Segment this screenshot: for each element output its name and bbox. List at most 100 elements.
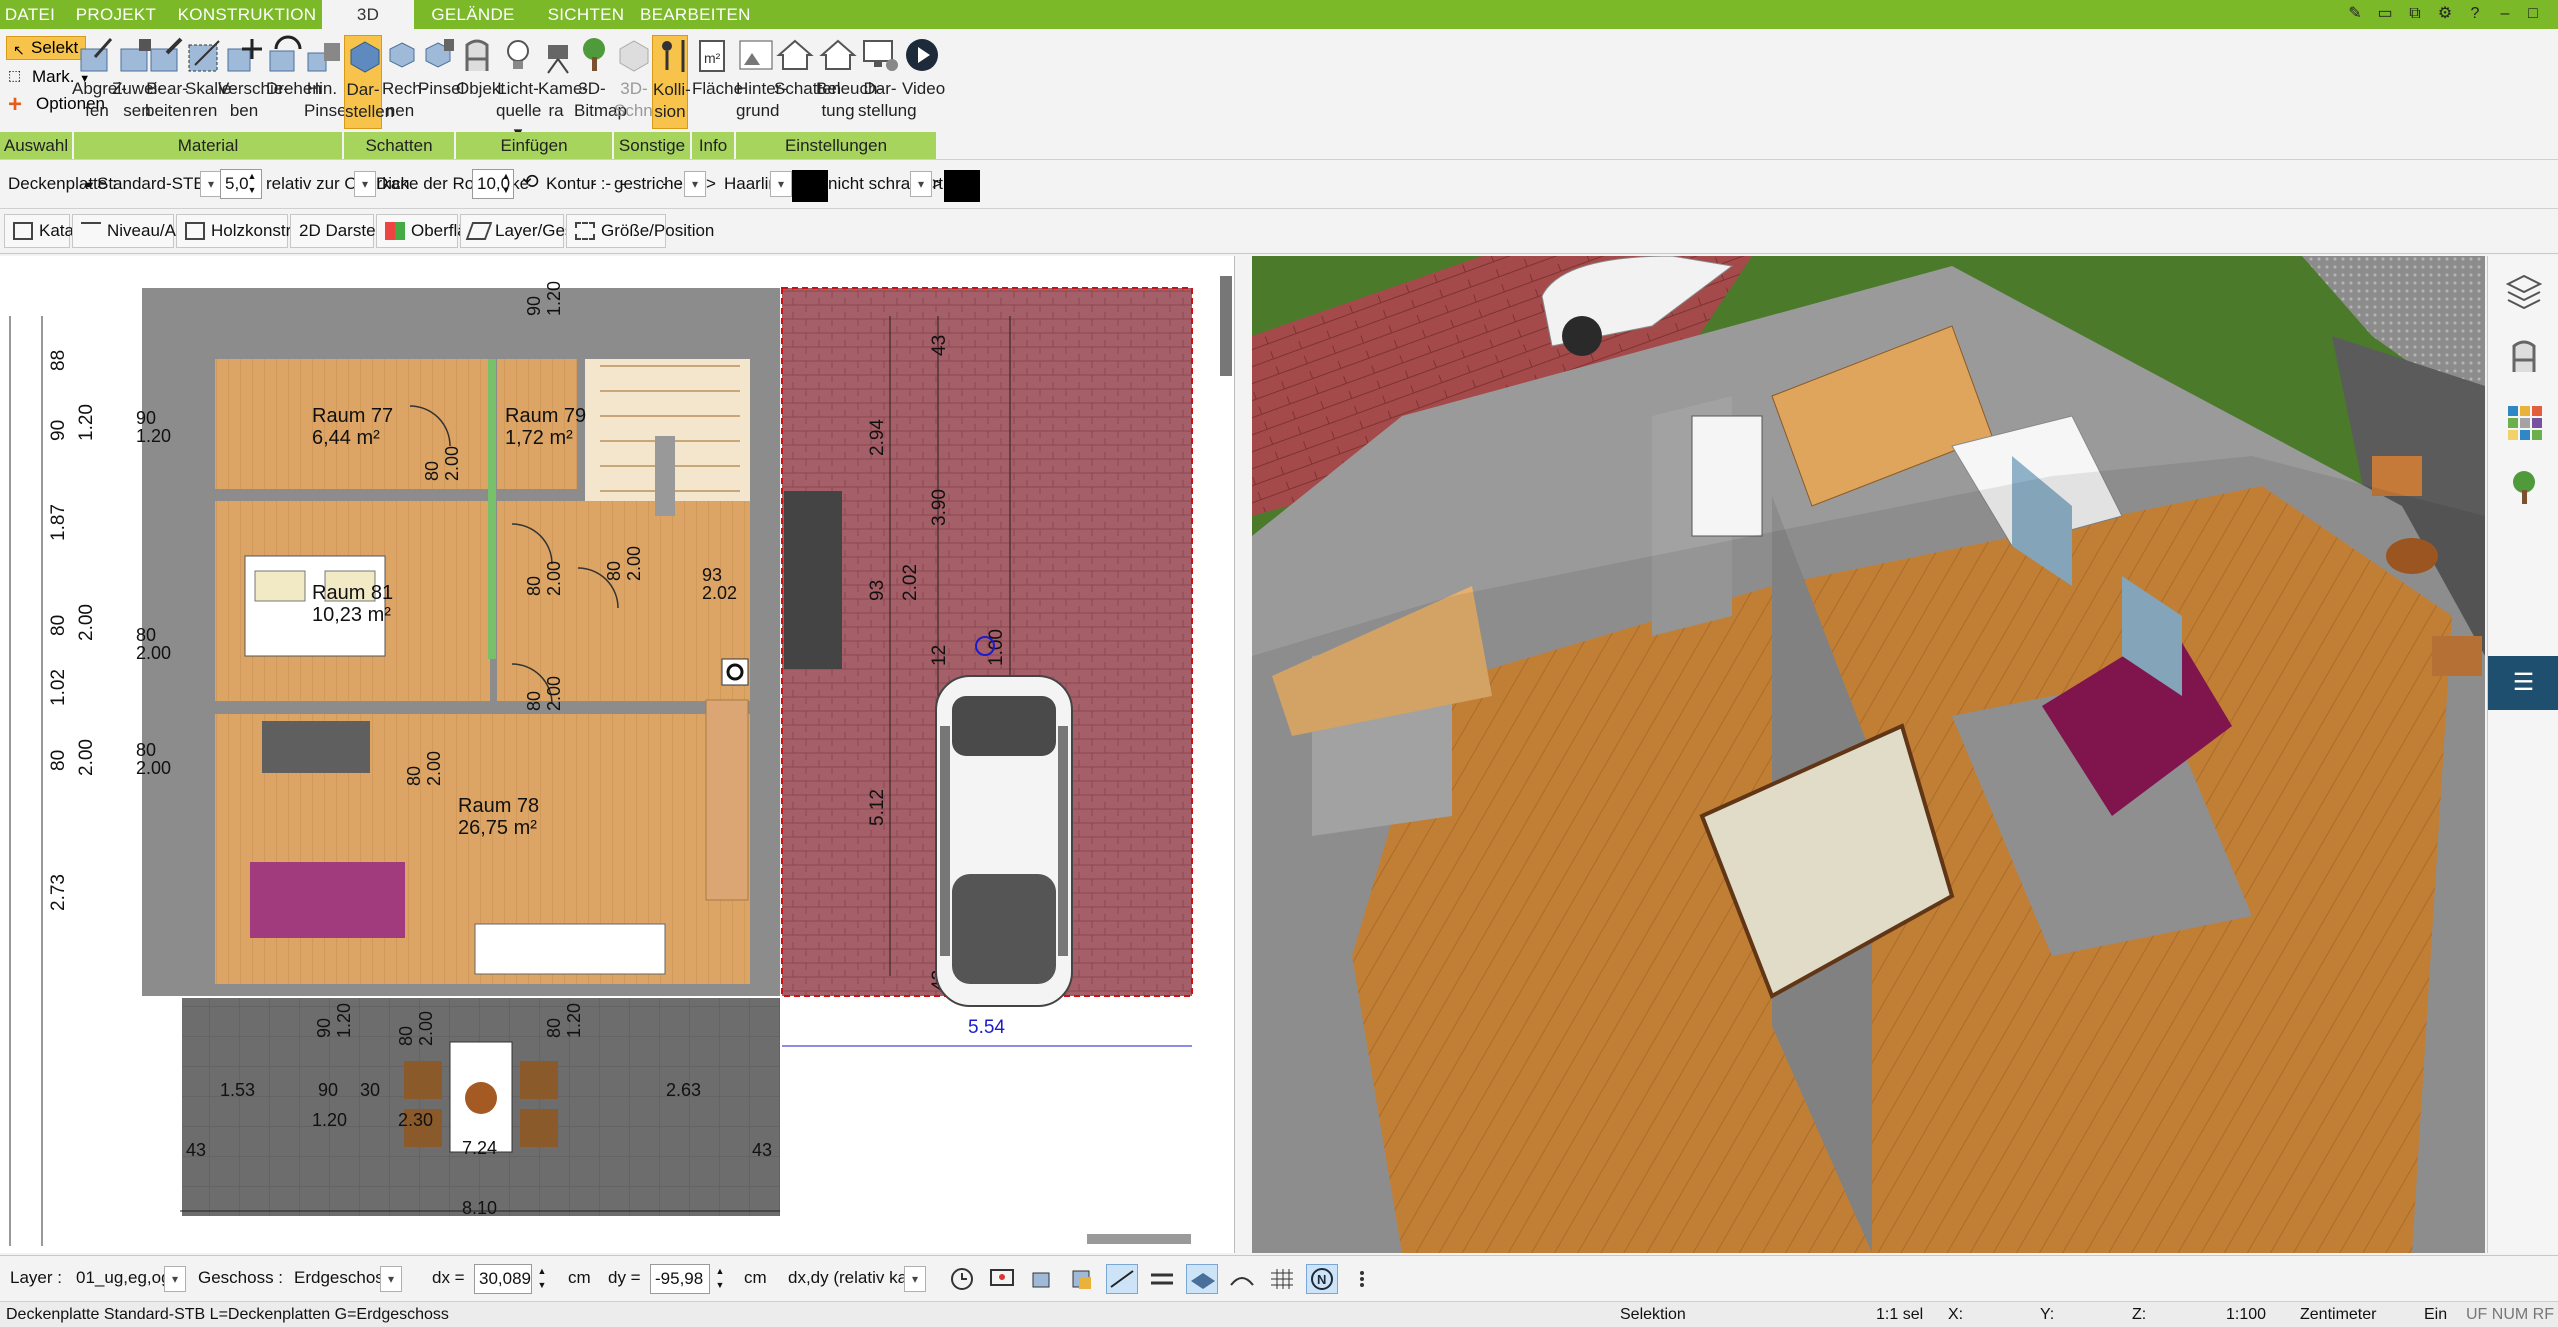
terrain-snap-icon[interactable] [1226,1264,1258,1294]
more-options-icon[interactable] [1346,1264,1378,1294]
storey-dropdown[interactable]: ▾ [380,1266,402,1292]
settings-icon[interactable]: ⚙ [2434,4,2456,24]
3d-view[interactable] [1252,256,2485,1253]
room-79-name: Raum 79 [505,405,586,427]
floor-plan-view[interactable]: 88 90 1.20 1.87 80 2.00 1.02 80 2.00 2.7… [0,256,1235,1253]
ribbon: ↖ Selekt ⬚ Mark. ▼ + Optionen Auswahl Ab… [0,29,2558,160]
storey-select[interactable]: Erdgeschos [294,1268,384,1288]
armchair [262,721,370,773]
layer-button[interactable]: Layer/Geschoss [460,214,618,248]
line-color-swatch[interactable] [792,170,828,202]
thickness-spinner[interactable]: ▲ ▼ [498,169,514,199]
status-ein: Ein [2424,1306,2448,1323]
stack-icon[interactable] [1066,1264,1098,1294]
secondary-toolbar: Katalog Niveau/Aufbau Holzkonstruktion 2… [0,209,2558,254]
wall-snap-icon[interactable] [1146,1264,1178,1294]
ribbon-object-button[interactable]: Objekt [456,35,505,100]
dim-misc-10: 80 [604,561,624,581]
tab-gelaende[interactable]: GELÄNDE [414,0,532,29]
dim-terr-3: 2.00 [416,1011,436,1046]
ribbon-shadow-calc-button[interactable]: Rech-nen [382,35,427,122]
tab-datei[interactable]: DATEI [0,0,60,29]
dim-garage-4: 2.02 [900,564,921,601]
dx-spinner[interactable]: ▲ ▼ [534,1264,550,1294]
help-icon[interactable]: ? [2464,4,2486,24]
ribbon-video-button[interactable]: Video [902,35,945,100]
hamburger-menu-icon[interactable]: ☰ [2488,656,2558,710]
tab-projekt[interactable]: PROJEKT [60,0,172,29]
layer-dropdown[interactable]: ▾ [164,1266,186,1292]
dy-input[interactable]: -95,98 [650,1264,710,1294]
ribbon-area-button[interactable]: m² Fläche [692,35,743,100]
tab-bearbeiten[interactable]: BEARBEITEN [640,0,750,29]
hatch-dropdown[interactable]: ▾ [910,171,932,197]
layer-select[interactable]: 01_ug,eg,og [76,1268,171,1288]
offset-spinner[interactable]: ▲ ▼ [244,169,260,199]
material-palette-icon[interactable] [2504,402,2544,442]
plan-vscroll[interactable] [1220,276,1232,376]
ribbon-rotate-button[interactable]: Drehen [266,35,322,100]
level-button[interactable]: Niveau/Aufbau [72,214,219,248]
catalog-button[interactable]: Katalog [4,214,97,248]
glass-partition [488,359,496,659]
hatch-color-swatch[interactable] [944,170,980,202]
object-move-icon[interactable] [1026,1264,1058,1294]
plant-icon[interactable] [2504,468,2544,508]
measure-line-icon[interactable] [1106,1264,1138,1294]
tab-3d[interactable]: 3D [322,0,414,29]
scale-label-2: ren [192,101,218,120]
ribbon-background-button[interactable]: Hinter-grund [736,35,787,122]
dy-spinner[interactable]: ▲ ▼ [712,1264,728,1294]
furniture-icon[interactable] [2504,336,2544,376]
status-flags: UF NUM RF [2466,1306,2554,1323]
2d-display-button[interactable]: 2D Darstellung [290,214,411,248]
ribbon-display-button[interactable]: Dar-stellung [858,35,917,122]
ribbon-edit-button[interactable]: Bear-beiten [145,35,191,122]
line-style-dropdown[interactable]: ▾ [684,171,706,197]
window-tile-icon[interactable]: ▭ [2374,4,2396,24]
dx-input[interactable]: 30,089 [474,1264,532,1294]
layers-icon [465,222,493,240]
window-restore-icon[interactable]: ⧉ [2404,4,2426,24]
screen-view-icon[interactable] [986,1264,1018,1294]
ribbon-shadow-show-button[interactable]: Dar-stellen [344,35,394,129]
surface-button[interactable]: Oberfläche [376,214,494,248]
offset-reference-dropdown[interactable]: ▾ [354,171,376,197]
paint-icon[interactable]: ✎ [2344,4,2366,24]
ribbon-move-button[interactable]: Verschie-ben [218,35,289,122]
layers-icon[interactable] [2504,270,2544,310]
status-scale: 1:100 [2226,1306,2267,1323]
ribbon-light-button[interactable]: Licht-quelle ▾ [496,35,541,144]
tab-sichten[interactable]: SICHTEN [532,0,640,29]
ribbon-camera-button[interactable]: Kame-ra [538,35,588,122]
ribbon-section-button[interactable]: 3D- Schnitt [614,35,666,122]
ribbon-shadow-settings-button[interactable]: Schatten [774,35,841,100]
plan-hscroll[interactable] [1087,1234,1191,1244]
ribbon-shadow-brush-button[interactable]: Pinsel [418,35,464,100]
dim-misc-15: 2.00 [136,758,171,778]
size-position-button[interactable]: Größe/Position [566,214,714,248]
wood-construction-button[interactable]: Holzkonstruktion [176,214,337,248]
size-label: Größe/Position [601,221,715,240]
north-icon[interactable]: N [1306,1264,1338,1294]
ribbon-bitmap-button[interactable]: 3D- Bitmap [574,35,627,122]
ribbon-brush-button[interactable]: Hin. Pinsel [304,35,350,122]
line-arrow[interactable]: > [706,174,716,194]
hatch-arrow[interactable]: > [932,174,942,194]
minimize-icon[interactable]: – [2494,4,2516,24]
grid-icon[interactable] [1266,1264,1298,1294]
coord-mode-select[interactable]: dx,dy (relativ ka [788,1268,907,1288]
tab-konstruktion[interactable]: KONSTRUKTION [172,0,322,29]
slab-type-select[interactable]: Standard-STB [97,174,205,194]
slab-snap-icon[interactable] [1186,1264,1218,1294]
maximize-icon[interactable]: □ [2522,4,2544,24]
ribbon-collision-button[interactable]: Kolli-sion [652,35,691,129]
line-width-dropdown[interactable]: ▾ [770,171,792,197]
dim-terr-0: 90 [314,1018,334,1038]
slab-type-dropdown[interactable]: ▾ [200,171,222,197]
ribbon-lighting-button[interactable]: Beleuch-tung [816,35,883,122]
clock-icon[interactable] [946,1264,978,1294]
sofa [250,862,405,938]
dim-garage-0: 43 [929,335,950,356]
coord-mode-dropdown[interactable]: ▾ [904,1266,926,1292]
